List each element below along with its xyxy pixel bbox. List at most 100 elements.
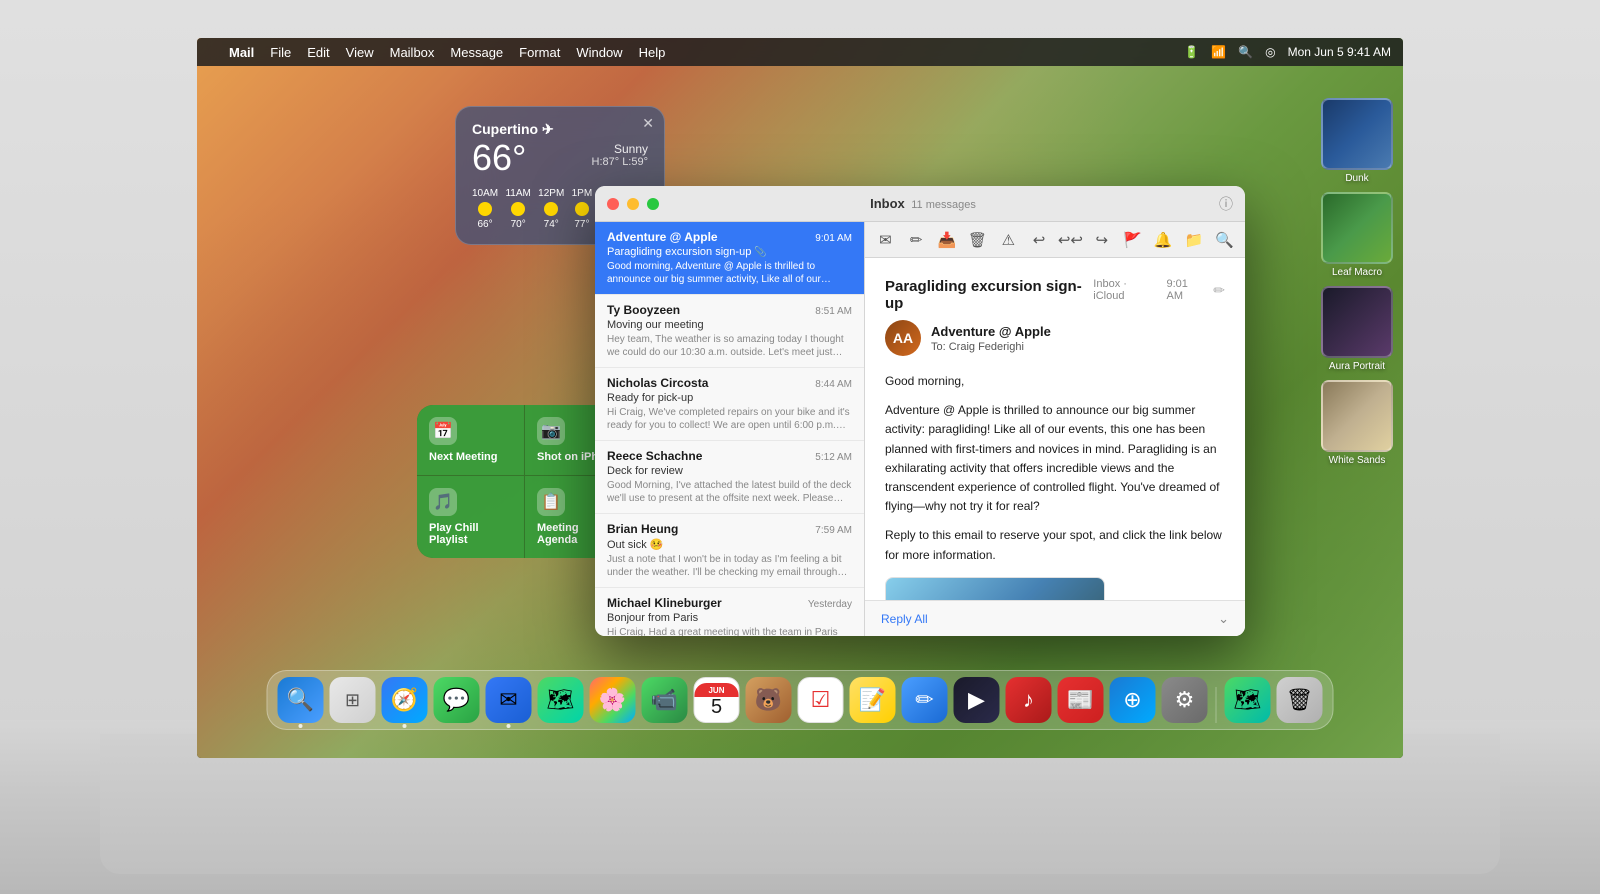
dock-notes[interactable]: 📝 [850,677,896,723]
mail-item-3[interactable]: Reece Schachne 5:12 AM Deck for review G… [595,441,864,514]
forward-icon[interactable]: ↪ [1091,229,1112,251]
wallpaper-thumb-white-sands[interactable]: White Sands [1321,380,1393,466]
dock-music[interactable]: ♪ [1006,677,1052,723]
dock-calendar[interactable]: JUN 5 [694,677,740,723]
menu-file[interactable]: File [270,45,291,60]
menu-view[interactable]: View [346,45,374,60]
safari-dot [403,724,407,728]
maps-icon: 🗺 [547,687,575,713]
weather-hour-10am: 10AM 66° [472,188,498,230]
dock-facetime[interactable]: 📹 [642,677,688,723]
dock-freeform[interactable]: ✏ [902,677,948,723]
mail-item-2[interactable]: Nicholas Circosta 8:44 AM Ready for pick… [595,368,864,441]
archive-icon[interactable]: 📥 [936,229,957,251]
reply-icon[interactable]: ↩ [1029,229,1050,251]
weather-city: Cupertino ✈ [472,121,648,138]
wallpaper-thumb-aura[interactable]: Aura Portrait [1321,286,1393,372]
reminder-icon[interactable]: 🔔 [1153,229,1174,251]
dock-photos[interactable]: 🌸 [590,677,636,723]
edit-icon[interactable]: ✏ [906,229,927,251]
folder-icon[interactable]: 📁 [1184,229,1205,251]
compose-icon[interactable]: ✉ [875,229,896,251]
trash-icon[interactable]: 🗑 [967,229,988,251]
detail-time: 9:01 AM [1167,278,1206,302]
wallpaper-thumb-leaf[interactable]: Leaf Macro [1321,192,1393,278]
thumb-leaf-img [1321,192,1393,264]
mail-para1: Adventure @ Apple is thrilled to announc… [885,401,1225,516]
detail-edit-icon[interactable]: ✏ [1213,282,1225,299]
thumb-white-sands-label: White Sands [1321,455,1393,466]
messages-icon: 💬 [443,687,470,713]
menu-help[interactable]: Help [639,45,666,60]
mail-titlebar: Inbox 11 messages ⓘ [595,186,1245,222]
mail-sender-1: Ty Booyzeen [607,303,807,317]
wallpaper-thumb-dunk[interactable]: Dunk [1321,98,1393,184]
mail-preview-0: Good morning, Adventure @ Apple is thril… [607,260,852,286]
wallpaper: Mail File Edit View Mailbox Message Form… [197,38,1403,758]
dock-reminders[interactable]: ☑ [798,677,844,723]
dock-news[interactable]: 📰 [1058,677,1104,723]
mail-subject-0: Paragliding excursion sign-up 📎 [607,246,852,258]
dock-trash[interactable]: 🗑 [1277,677,1323,723]
calendar-day: 5 [711,697,722,717]
dock-appstore[interactable]: ⊕ [1110,677,1156,723]
shortcut-chill-playlist[interactable]: 🎵 Play Chill Playlist [417,476,524,558]
menu-edit[interactable]: Edit [307,45,329,60]
mail-detail: Paragliding excursion sign-up Inbox · iC… [865,258,1245,636]
screen: Mail File Edit View Mailbox Message Form… [197,38,1403,758]
menu-mailbox[interactable]: Mailbox [390,45,435,60]
dock-finder[interactable]: 🔍 [278,677,324,723]
weather-hilo: H:87° L:59° [592,156,649,168]
dock-maps2[interactable]: 🗺 [1225,677,1271,723]
appletv-icon: ▶ [968,687,985,713]
dock-settings[interactable]: ⚙ [1162,677,1208,723]
menu-format[interactable]: Format [519,45,560,60]
dock-launchpad[interactable]: ⊞ [330,677,376,723]
mail-item-4[interactable]: Brian Heung 7:59 AM Out sick 🤒 Just a no… [595,514,864,588]
mail-time-3: 5:12 AM [815,452,852,463]
dock-safari[interactable]: 🧭 [382,677,428,723]
music-dock-icon: ♪ [1023,687,1034,713]
mail-item-5[interactable]: Michael Klineburger Yesterday Bonjour fr… [595,588,864,636]
menu-window[interactable]: Window [576,45,622,60]
mail-subject-2: Ready for pick-up [607,392,852,404]
reply-all-button[interactable]: Reply All [881,612,928,626]
sun-icon-3 [544,202,558,216]
shortcut-next-meeting[interactable]: 📅 Next Meeting [417,405,524,475]
dock-bear[interactable]: 🐻 [746,677,792,723]
menubar-left: Mail File Edit View Mailbox Message Form… [209,45,665,60]
appstore-icon: ⊕ [1123,687,1141,713]
search-mail-icon[interactable]: 🔍 [1214,229,1235,251]
sun-icon-4 [575,202,589,216]
reply-options-icon[interactable]: ⌄ [1218,611,1229,627]
mail-item-0[interactable]: Adventure @ Apple 9:01 AM Paragliding ex… [595,222,864,295]
weather-hour-11am: 11AM 70° [505,188,530,230]
sender-avatar: AA [885,320,921,356]
dock-separator [1216,687,1217,723]
siri-icon[interactable]: ◎ [1265,45,1275,59]
flag-icon[interactable]: 🚩 [1122,229,1143,251]
reply-all-icon[interactable]: ↩↩ [1059,229,1081,251]
mail-time-2: 8:44 AM [815,379,852,390]
search-icon[interactable]: 🔍 [1238,45,1253,59]
dock-maps[interactable]: 🗺 [538,677,584,723]
dock-appletv[interactable]: ▶ [954,677,1000,723]
junk-icon[interactable]: ⚠ [998,229,1019,251]
mail-item-1[interactable]: Ty Booyzeen 8:51 AM Moving our meeting H… [595,295,864,368]
mail-time-0: 9:01 AM [815,233,852,244]
info-icon[interactable]: ⓘ [1219,194,1233,214]
dock: 🔍 ⊞ 🧭 💬 ✉ 🗺 [267,670,1334,730]
finder-dot [299,724,303,728]
weather-close-button[interactable]: ✕ [642,115,654,132]
mail-subject-1: Moving our meeting [607,319,852,331]
mail-subject-3: Deck for review [607,465,852,477]
mail-window-subtitle: 11 messages [911,199,976,211]
close-button[interactable] [607,198,619,210]
menu-app[interactable]: Mail [229,45,254,60]
photos-icon: 🌸 [599,687,626,713]
dock-messages[interactable]: 💬 [434,677,480,723]
menu-message[interactable]: Message [450,45,503,60]
launchpad-icon: ⊞ [345,690,360,711]
mail-preview-1: Hey team, The weather is so amazing toda… [607,333,852,359]
dock-mail[interactable]: ✉ [486,677,532,723]
